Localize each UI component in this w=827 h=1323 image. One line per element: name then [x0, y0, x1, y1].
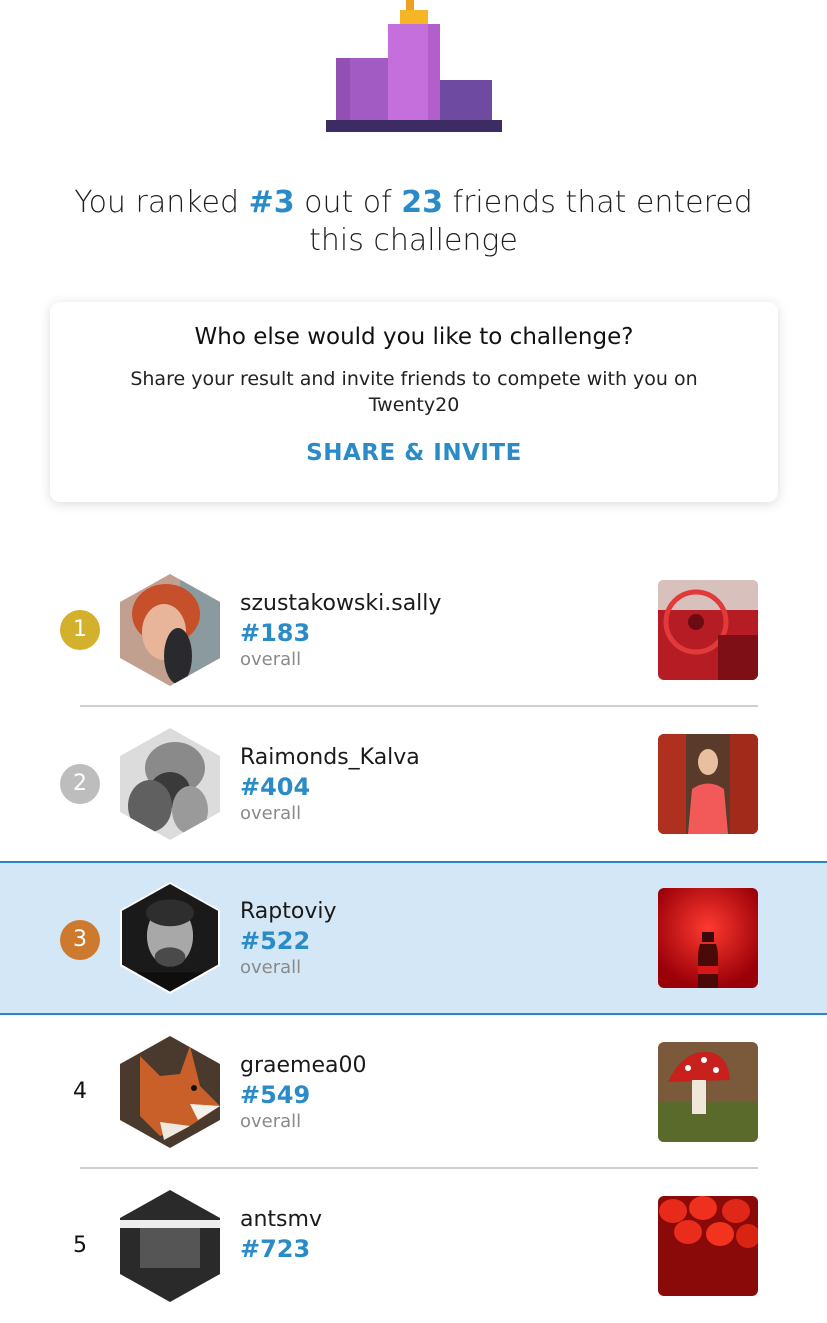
username[interactable]: szustakowski.sally: [240, 591, 441, 616]
overall-rank: #522: [240, 927, 311, 955]
card-text: Share your result and invite friends to …: [130, 368, 698, 416]
username[interactable]: antsmv: [240, 1207, 322, 1232]
podium-illustration: [326, 0, 502, 132]
username[interactable]: Raptoviy: [240, 899, 337, 924]
leaderboard-row-current-user[interactable]: 3 Raptoviy #522 overall: [0, 861, 827, 1015]
leaderboard-row[interactable]: 5 antsmv #723: [0, 1169, 827, 1323]
overall-rank: #183: [240, 619, 311, 647]
overall-label: overall: [240, 803, 302, 824]
leaderboard-row[interactable]: 4 graemea00 #549 overall: [0, 1015, 827, 1169]
rank-number: 4: [73, 1079, 87, 1104]
entry-thumbnail[interactable]: [658, 734, 758, 834]
card-title: Who else would you like to challenge?: [194, 324, 634, 350]
headline-rank: #3: [248, 185, 295, 220]
avatar[interactable]: [120, 728, 220, 840]
leaderboard-row[interactable]: 1 szustakowski.sally #183 overall: [0, 553, 827, 707]
headline-prefix: You ranked: [74, 185, 249, 220]
avatar[interactable]: [120, 574, 220, 686]
overall-rank: #404: [240, 773, 311, 801]
headline-middle: out of: [294, 185, 402, 220]
overall-label: overall: [240, 957, 302, 978]
entry-thumbnail[interactable]: [658, 1196, 758, 1296]
avatar[interactable]: [120, 1190, 220, 1302]
username[interactable]: Raimonds_Kalva: [240, 745, 420, 770]
rank-badge-gold: 1: [60, 610, 100, 650]
username[interactable]: graemea00: [240, 1053, 366, 1078]
overall-rank: #723: [240, 1235, 311, 1263]
avatar[interactable]: [120, 882, 220, 994]
rank-badge-bronze: 3: [60, 920, 100, 960]
overall-label: overall: [240, 1111, 302, 1132]
leaderboard-row[interactable]: 2 Raimonds_Kalva #404 overall: [0, 707, 827, 861]
overall-label: overall: [240, 649, 302, 670]
overall-rank: #549: [240, 1081, 311, 1109]
rank-number: 5: [73, 1233, 87, 1258]
entry-thumbnail[interactable]: [658, 580, 758, 680]
share-invite-button[interactable]: SHARE & INVITE: [306, 440, 522, 466]
headline-count: 23: [401, 185, 443, 220]
challenge-card: Who else would you like to challenge? Sh…: [50, 302, 778, 502]
rank-headline: You ranked #3 out of 23 friends that ent…: [60, 184, 767, 260]
entry-thumbnail[interactable]: [658, 888, 758, 988]
entry-thumbnail[interactable]: [658, 1042, 758, 1142]
rank-badge-silver: 2: [60, 764, 100, 804]
avatar[interactable]: [120, 1036, 220, 1148]
